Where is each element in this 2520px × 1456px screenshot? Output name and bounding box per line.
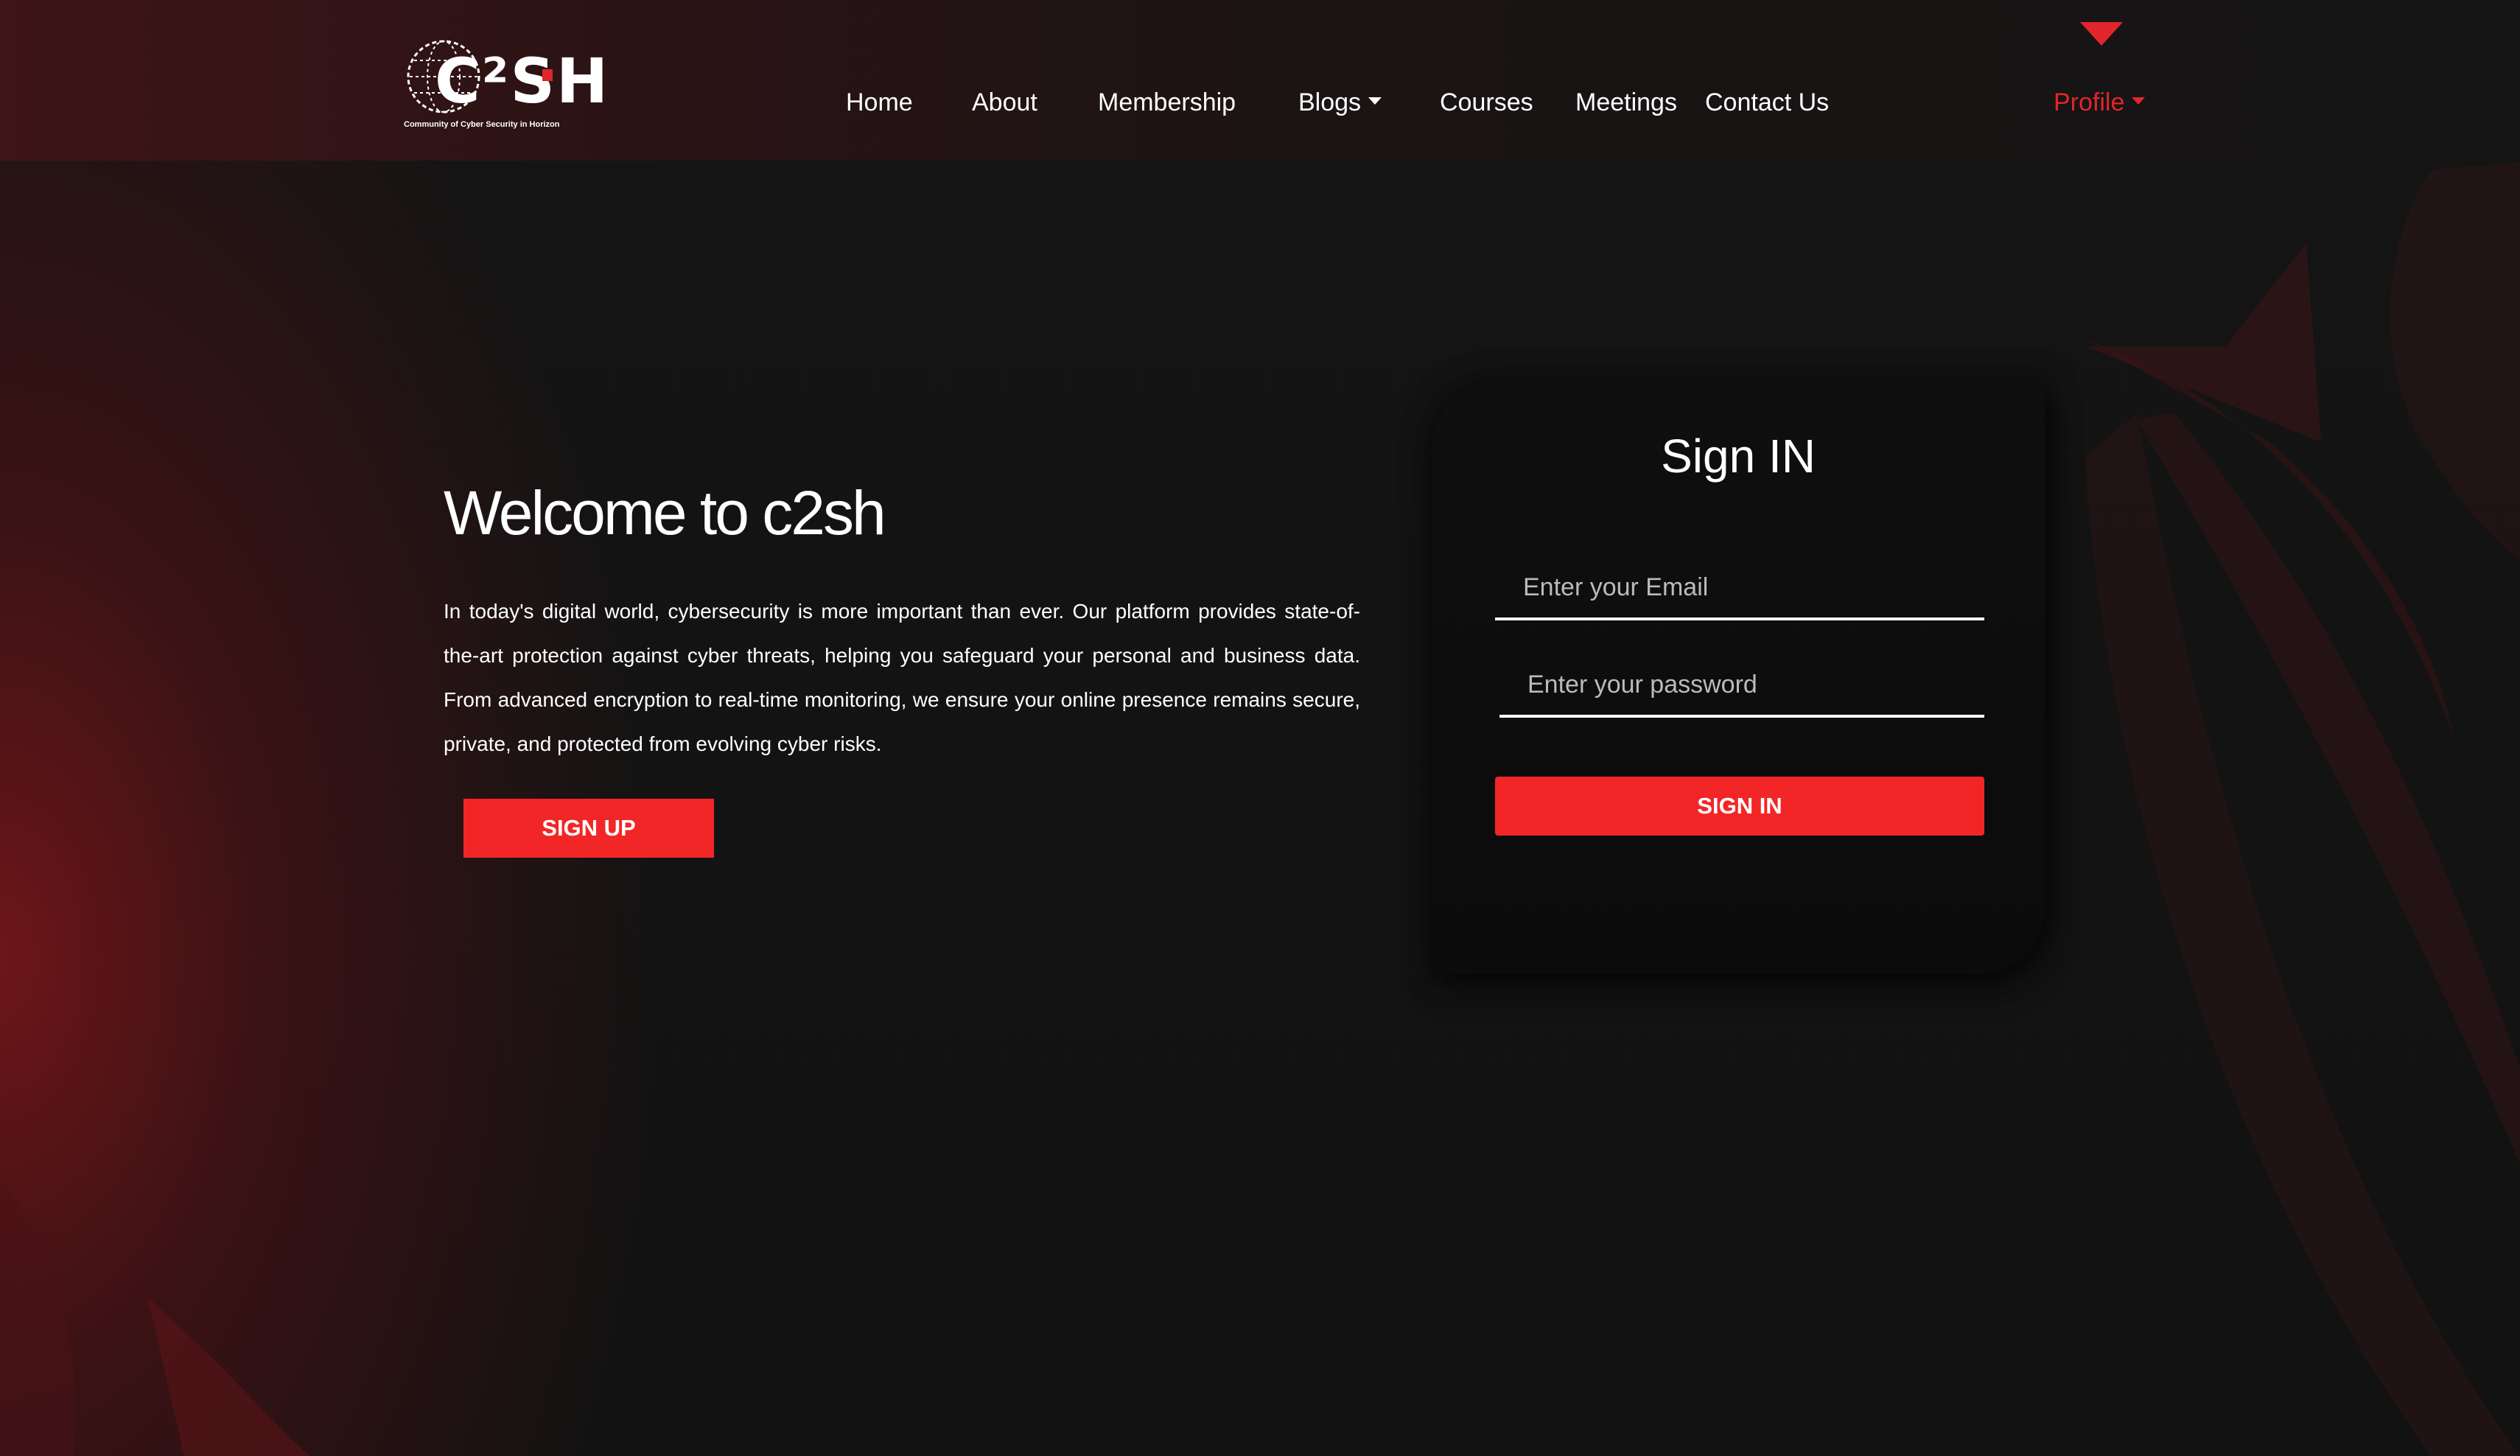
page: C²SH Community of Cyber Security in Hori… [0, 0, 2520, 1456]
nav-blogs-label: Blogs [1298, 88, 1362, 116]
email-input[interactable] [1495, 557, 1984, 620]
logo-tagline: Community of Cyber Security in Horizon [404, 120, 560, 129]
sign-up-button[interactable]: SIGN UP [463, 799, 714, 858]
site-header: C²SH Community of Cyber Security in Hori… [0, 0, 2520, 161]
nav-meetings[interactable]: Meetings [1575, 88, 1677, 117]
nav-profile-dropdown[interactable]: Profile [2054, 88, 2146, 117]
hero-description: In today's digital world, cybersecurity … [444, 600, 1360, 755]
nav-profile-label: Profile [2054, 88, 2125, 116]
nav-home[interactable]: Home [846, 88, 913, 117]
nav-blogs-dropdown[interactable]: Blogs [1298, 88, 1382, 117]
sign-in-title: Sign IN [1661, 430, 1816, 483]
brand-logo[interactable]: C²SH Community of Cyber Security in Hori… [398, 37, 608, 140]
nav-membership[interactable]: Membership [1098, 88, 1236, 117]
nav-courses[interactable]: Courses [1440, 88, 1533, 117]
password-input[interactable] [1499, 654, 1984, 718]
logo-accent-mark [542, 69, 553, 81]
sign-in-button[interactable]: SIGN IN [1495, 777, 1984, 836]
caret-down-icon [1368, 97, 1382, 105]
triangle-down-icon [2080, 22, 2123, 46]
caret-down-icon [2132, 97, 2146, 105]
nav-contact-us[interactable]: Contact Us [1705, 88, 1829, 117]
hero-title: Welcome to c2sh [444, 478, 886, 547]
logo-wordmark: C²SH [435, 45, 610, 117]
nav-about[interactable]: About [972, 88, 1037, 117]
sign-in-card: Sign IN SIGN IN [1432, 383, 2045, 974]
